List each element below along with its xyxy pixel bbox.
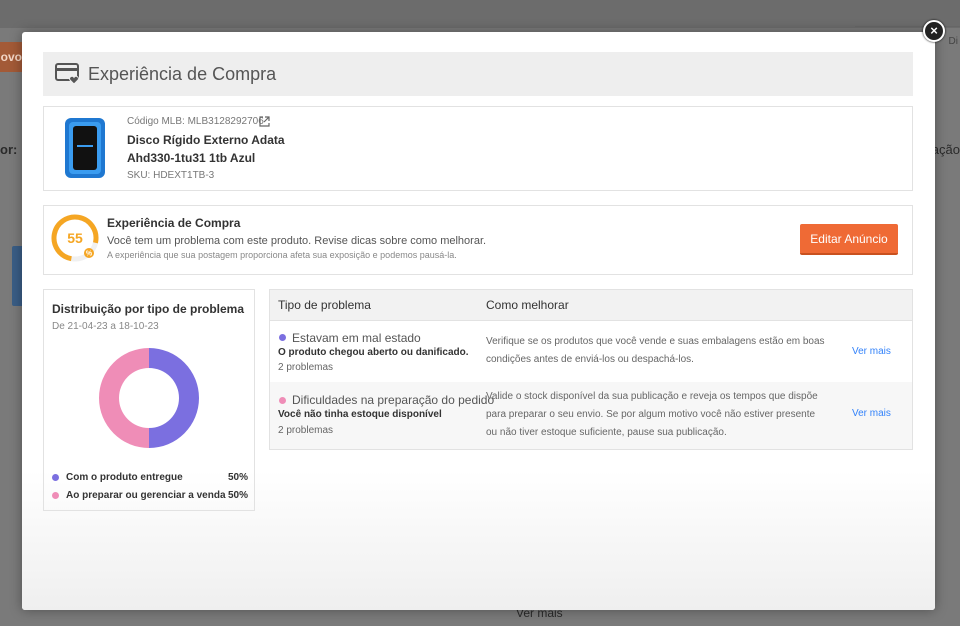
column-header-improve: Como melhorar <box>486 298 569 312</box>
edit-listing-button[interactable]: Editar Anúncio <box>800 224 898 255</box>
product-sku: SKU: HDEXT1TB-3 <box>127 170 215 181</box>
experience-title: Experiência de Compra <box>107 216 241 230</box>
svg-text:%: % <box>86 251 93 258</box>
experience-note: A experiência que sua postagem proporcio… <box>107 250 457 260</box>
problem-title: Dificuldades na preparação do pedido <box>292 393 495 407</box>
product-image <box>65 118 105 178</box>
distribution-donut-chart <box>99 348 199 448</box>
experience-summary: % 55 Experiência de Compra Você tem um p… <box>43 205 913 275</box>
problem-subtitle: O produto chegou aberto ou danificado. <box>278 347 469 358</box>
legend-item-preparing: Ao preparar ou gerenciar a venda 50% <box>52 489 248 503</box>
close-icon: × <box>930 23 938 38</box>
donut-slice-1 <box>99 348 149 448</box>
distribution-title: Distribuição por tipo de problema <box>52 302 245 316</box>
ver-mais-link[interactable]: Ver mais <box>852 346 891 357</box>
legend-item-delivered: Com o produto entregue 50% <box>52 471 248 485</box>
product-name-line2: Ahd330-1tu31 1tb Azul <box>127 151 256 165</box>
legend-dot <box>52 474 59 481</box>
problem-title: Estavam em mal estado <box>292 331 421 345</box>
problem-count: 2 problemas <box>278 362 334 373</box>
problem-tip: Valide o stock disponível da sua publica… <box>486 391 818 438</box>
external-link-icon[interactable] <box>259 116 270 127</box>
table-row: Dificuldades na preparação do pedido Voc… <box>270 382 912 449</box>
ver-mais-link[interactable]: Ver mais <box>852 408 891 419</box>
card-heart-icon <box>55 63 79 85</box>
problem-color-dot <box>279 334 286 341</box>
legend-dot <box>52 492 59 499</box>
background-filter-label: or: <box>0 142 18 157</box>
problems-table-header: Tipo de problema Como melhorar <box>270 290 912 321</box>
close-button[interactable]: × <box>923 20 945 42</box>
column-header-type: Tipo de problema <box>278 298 371 312</box>
product-card: Código MLB: MLB3128292706 Disco Rígido E… <box>43 106 913 191</box>
background-topbar <box>0 0 960 28</box>
modal-title: Experiência de Compra <box>88 64 277 84</box>
problem-color-dot <box>279 397 286 404</box>
modal-header: Experiência de Compra <box>43 52 913 96</box>
problem-tip: Verifique se os produtos que você vende … <box>486 336 825 365</box>
problem-count: 2 problemas <box>278 425 334 436</box>
table-row: Estavam em mal estado O produto chegou a… <box>270 322 912 382</box>
product-code: Código MLB: MLB3128292706 <box>127 116 264 127</box>
experience-message: Você tem um problema com este produto. R… <box>107 235 487 247</box>
distribution-panel: Distribuição por tipo de problema De 21-… <box>43 289 255 511</box>
distribution-date-range: De 21-04-23 a 18-10-23 <box>52 321 159 332</box>
donut-slice-0 <box>149 348 199 448</box>
experience-modal: Experiência de Compra Código MLB: MLB312… <box>22 32 935 610</box>
score-value: 55 <box>67 230 83 246</box>
background-new-button: ovo <box>0 42 24 72</box>
product-name-line1: Disco Rígido Externo Adata <box>127 133 285 147</box>
problems-table: Tipo de problema Como melhorar Estavam e… <box>269 289 913 450</box>
problem-subtitle: Você não tinha estoque disponível <box>278 409 442 420</box>
